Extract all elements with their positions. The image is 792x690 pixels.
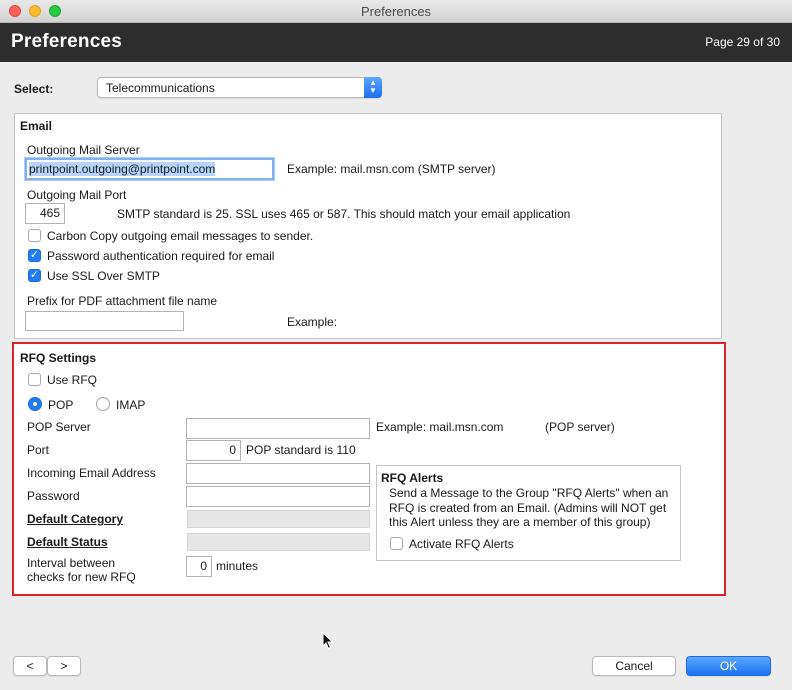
select-label: Select: <box>14 82 54 96</box>
default-status-field <box>187 533 370 551</box>
ok-button[interactable]: OK <box>686 656 771 676</box>
window-title: Preferences <box>360 4 432 19</box>
rfq-alerts-title: RFQ Alerts <box>381 471 444 485</box>
activate-rfq-alerts-checkbox[interactable] <box>390 537 403 550</box>
chevron-updown-icon[interactable]: ▲ ▼ <box>364 77 382 98</box>
rfq-alerts-desc-line1: Send a Message to the Group "RFQ Alerts"… <box>389 486 669 500</box>
pop-radio-label: POP <box>48 398 74 412</box>
use-ssl-label: Use SSL Over SMTP <box>47 269 160 283</box>
rfq-section-title: RFQ Settings <box>20 351 97 365</box>
mouse-pointer-icon <box>322 632 334 650</box>
page-indicator: Page 29 of 30 <box>705 35 780 49</box>
default-category-link[interactable]: Default Category <box>27 512 123 526</box>
interval-label-line2: checks for new RFQ <box>27 570 136 584</box>
pop-server-label: POP Server <box>27 420 91 434</box>
category-select[interactable]: Telecommunications ▲ ▼ <box>97 77 382 98</box>
pop-server-example: Example: mail.msn.com <box>376 420 504 434</box>
rfq-alerts-desc-line3: this Alert unless they are a member of t… <box>389 515 651 529</box>
incoming-email-label: Incoming Email Address <box>27 466 156 480</box>
rfq-port-input[interactable]: 0 <box>186 440 241 461</box>
cc-sender-label: Carbon Copy outgoing email messages to s… <box>47 229 314 243</box>
outgoing-server-example: Example: mail.msn.com (SMTP server) <box>287 162 496 176</box>
page-title: Preferences <box>11 31 122 52</box>
rfq-port-note: POP standard is 110 <box>246 443 356 457</box>
use-ssl-checkbox[interactable]: ✓ <box>28 269 41 282</box>
incoming-email-input[interactable] <box>186 463 370 484</box>
default-status-link[interactable]: Default Status <box>27 535 108 549</box>
pdf-prefix-input[interactable] <box>25 311 184 331</box>
pdf-prefix-example: Example: <box>287 315 338 329</box>
imap-radio[interactable] <box>96 397 110 411</box>
rfq-port-label: Port <box>27 443 50 457</box>
imap-radio-label: IMAP <box>116 398 146 412</box>
default-category-field <box>187 510 370 528</box>
category-select-value: Telecommunications <box>106 81 215 95</box>
rfq-alerts-desc-line2: RFQ is created from an Email. (Admins wi… <box>389 501 667 515</box>
activate-rfq-alerts-label: Activate RFQ Alerts <box>409 537 514 551</box>
pdf-prefix-label: Prefix for PDF attachment file name <box>27 294 218 308</box>
password-auth-checkbox[interactable]: ✓ <box>28 249 41 262</box>
use-rfq-checkbox[interactable] <box>28 373 41 386</box>
cancel-button[interactable]: Cancel <box>592 656 676 676</box>
interval-input[interactable]: 0 <box>186 556 212 577</box>
rfq-password-label: Password <box>27 489 80 503</box>
previous-page-button[interactable]: < <box>13 656 47 676</box>
outgoing-server-input[interactable]: printpoint.outgoing@printpoint.com <box>25 158 274 180</box>
interval-label-line1: Interval between <box>27 556 116 570</box>
outgoing-server-value: printpoint.outgoing@printpoint.com <box>29 162 216 176</box>
password-auth-label: Password authentication required for ema… <box>47 249 275 263</box>
use-rfq-label: Use RFQ <box>47 373 98 387</box>
rfq-password-input[interactable] <box>186 486 370 507</box>
outgoing-server-label: Outgoing Mail Server <box>27 143 140 157</box>
pop-radio[interactable] <box>28 397 42 411</box>
next-page-button[interactable]: > <box>47 656 81 676</box>
outgoing-port-input[interactable]: 465 <box>25 203 65 224</box>
outgoing-port-note: SMTP standard is 25. SSL uses 465 or 587… <box>117 207 571 221</box>
interval-unit: minutes <box>216 559 259 573</box>
email-section-title: Email <box>20 119 53 133</box>
cc-sender-checkbox[interactable] <box>28 229 41 242</box>
outgoing-port-label: Outgoing Mail Port <box>27 188 127 202</box>
pop-server-hint: (POP server) <box>545 420 615 434</box>
pop-server-input[interactable] <box>186 418 370 439</box>
